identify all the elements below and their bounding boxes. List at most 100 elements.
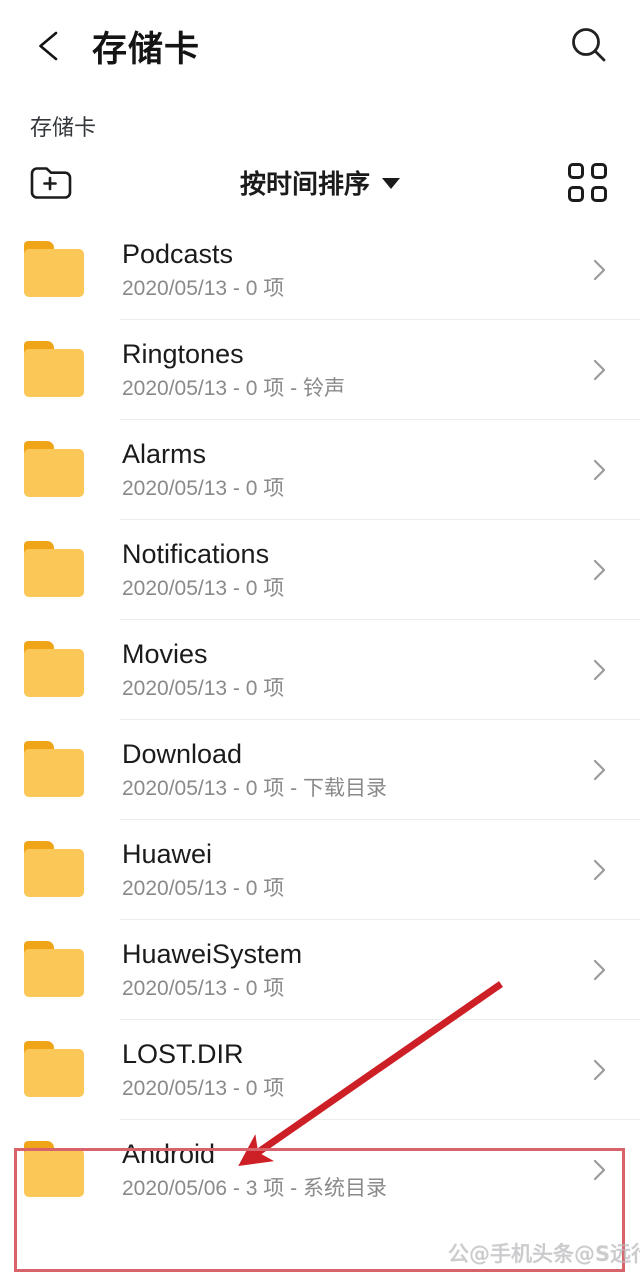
file-name: Huawei [122, 838, 213, 869]
folder-icon-body [24, 249, 84, 297]
file-name: Download [122, 738, 243, 769]
grid-cell [590, 162, 607, 179]
file-list: Podcasts 2020/05/13 - 0 项 Ringtones 2020/05… [0, 220, 640, 1220]
file-text: Huawei 2020/05/13 - 0 项 [122, 837, 584, 904]
chevron-right-icon[interactable] [584, 1055, 614, 1085]
chevron-down-icon [382, 178, 400, 189]
file-text: Ringtones 2020/05/13 - 0 项 - 铃声 [122, 337, 584, 404]
breadcrumb: 存储卡 [0, 92, 640, 144]
chevron-right-glyph [593, 659, 606, 681]
file-meta: 2020/05/13 - 0 项 [122, 576, 285, 600]
file-row[interactable]: Huawei 2020/05/13 - 0 项 [0, 820, 640, 920]
file-row[interactable]: Podcasts 2020/05/13 - 0 项 [0, 220, 640, 320]
folder-icon-body [24, 949, 84, 997]
file-name: Notifications [122, 538, 270, 569]
chevron-right-glyph [593, 259, 606, 281]
chevron-right-icon[interactable] [584, 455, 614, 485]
folder-icon [22, 941, 90, 999]
file-row[interactable]: HuaweiSystem 2020/05/13 - 0 项 [0, 920, 640, 1020]
chevron-right-icon[interactable] [584, 955, 614, 985]
toolbar: 按时间排序 [0, 144, 640, 220]
file-name: Movies [122, 638, 208, 669]
file-text: LOST.DIR 2020/05/13 - 0 项 [122, 1037, 584, 1104]
file-text: Android 2020/05/06 - 3 项 - 系统目录 [122, 1137, 584, 1204]
breadcrumb-item-root[interactable]: 存储卡 [30, 110, 96, 142]
file-meta: 2020/05/13 - 0 项 [122, 876, 285, 900]
file-meta: 2020/05/13 - 0 项 [122, 1076, 285, 1100]
file-meta: 2020/05/06 - 3 项 - 系统目录 [122, 1176, 387, 1200]
file-meta: 2020/05/13 - 0 项 [122, 276, 285, 300]
folder-icon [22, 641, 90, 699]
file-meta: 2020/05/13 - 0 项 - 下载目录 [122, 776, 387, 800]
chevron-right-glyph [593, 359, 606, 381]
chevron-right-icon[interactable] [584, 655, 614, 685]
grid-cell [590, 185, 607, 202]
folder-icon [22, 741, 90, 799]
folder-plus-icon [30, 167, 72, 199]
folder-icon-body [24, 1049, 84, 1097]
file-name: Android [122, 1138, 216, 1169]
grid-cell [567, 185, 584, 202]
file-row[interactable]: Android 2020/05/06 - 3 项 - 系统目录 [0, 1120, 640, 1220]
chevron-right-icon[interactable] [584, 855, 614, 885]
chevron-right-icon[interactable] [584, 355, 614, 385]
search-icon [572, 28, 606, 62]
file-row[interactable]: Ringtones 2020/05/13 - 0 项 - 铃声 [0, 320, 640, 420]
chevron-right-icon[interactable] [584, 555, 614, 585]
new-folder-button[interactable] [24, 155, 78, 209]
grid-view-button[interactable] [560, 155, 614, 209]
sort-label: 按时间排序 [239, 168, 370, 199]
folder-icon-body [24, 849, 84, 897]
file-text: HuaweiSystem 2020/05/13 - 0 项 [122, 937, 584, 1004]
back-button[interactable] [24, 20, 76, 72]
file-meta: 2020/05/13 - 0 项 [122, 476, 285, 500]
chevron-right-glyph [593, 759, 606, 781]
search-button[interactable] [562, 19, 616, 73]
file-name: Ringtones [122, 338, 244, 369]
folder-icon [22, 441, 90, 499]
chevron-right-glyph [593, 1159, 606, 1181]
file-row[interactable]: Notifications 2020/05/13 - 0 项 [0, 520, 640, 620]
folder-icon-body [24, 1149, 84, 1197]
chevron-right-glyph [593, 1059, 606, 1081]
folder-icon [22, 541, 90, 599]
page-title: 存储卡 [92, 29, 201, 69]
file-name: LOST.DIR [122, 1038, 244, 1069]
watermark-text: 公@手机头条@S远行 [448, 1242, 640, 1266]
folder-icon [22, 1141, 90, 1199]
file-text: Movies 2020/05/13 - 0 项 [122, 637, 584, 704]
file-name: Podcasts [122, 238, 234, 269]
grid-view-icon [567, 162, 607, 202]
file-name: HuaweiSystem [122, 938, 303, 969]
file-meta: 2020/05/13 - 0 项 [122, 976, 285, 1000]
app-bar: 存储卡 [0, 0, 640, 92]
file-text: Alarms 2020/05/13 - 0 项 [122, 437, 584, 504]
file-text: Download 2020/05/13 - 0 项 - 下载目录 [122, 737, 584, 804]
folder-icon-body [24, 349, 84, 397]
folder-icon-body [24, 549, 84, 597]
folder-icon [22, 841, 90, 899]
file-name: Alarms [122, 438, 207, 469]
file-row[interactable]: Alarms 2020/05/13 - 0 项 [0, 420, 640, 520]
file-meta: 2020/05/13 - 0 项 - 铃声 [122, 376, 345, 400]
chevron-right-glyph [593, 559, 606, 581]
file-row[interactable]: Download 2020/05/13 - 0 项 - 下载目录 [0, 720, 640, 820]
file-row[interactable]: Movies 2020/05/13 - 0 项 [0, 620, 640, 720]
folder-icon [22, 341, 90, 399]
chevron-right-icon[interactable] [584, 255, 614, 285]
chevron-right-glyph [593, 959, 606, 981]
folder-icon [22, 1041, 90, 1099]
chevron-right-glyph [593, 859, 606, 881]
chevron-right-glyph [593, 459, 606, 481]
file-text: Podcasts 2020/05/13 - 0 项 [122, 237, 584, 304]
sort-dropdown-button[interactable]: 按时间排序 [205, 164, 435, 201]
grid-cell [567, 162, 584, 179]
file-meta: 2020/05/13 - 0 项 [122, 676, 285, 700]
folder-icon-body [24, 649, 84, 697]
chevron-right-icon[interactable] [584, 1155, 614, 1185]
file-row[interactable]: LOST.DIR 2020/05/13 - 0 项 [0, 1020, 640, 1120]
arrow-left-icon [39, 31, 58, 61]
chevron-right-icon[interactable] [584, 755, 614, 785]
file-manager-screen: 存储卡 存储卡 按时间排序 Podcasts 2020/05/13 - 0 项 … [0, 0, 640, 1274]
folder-icon [22, 241, 90, 299]
